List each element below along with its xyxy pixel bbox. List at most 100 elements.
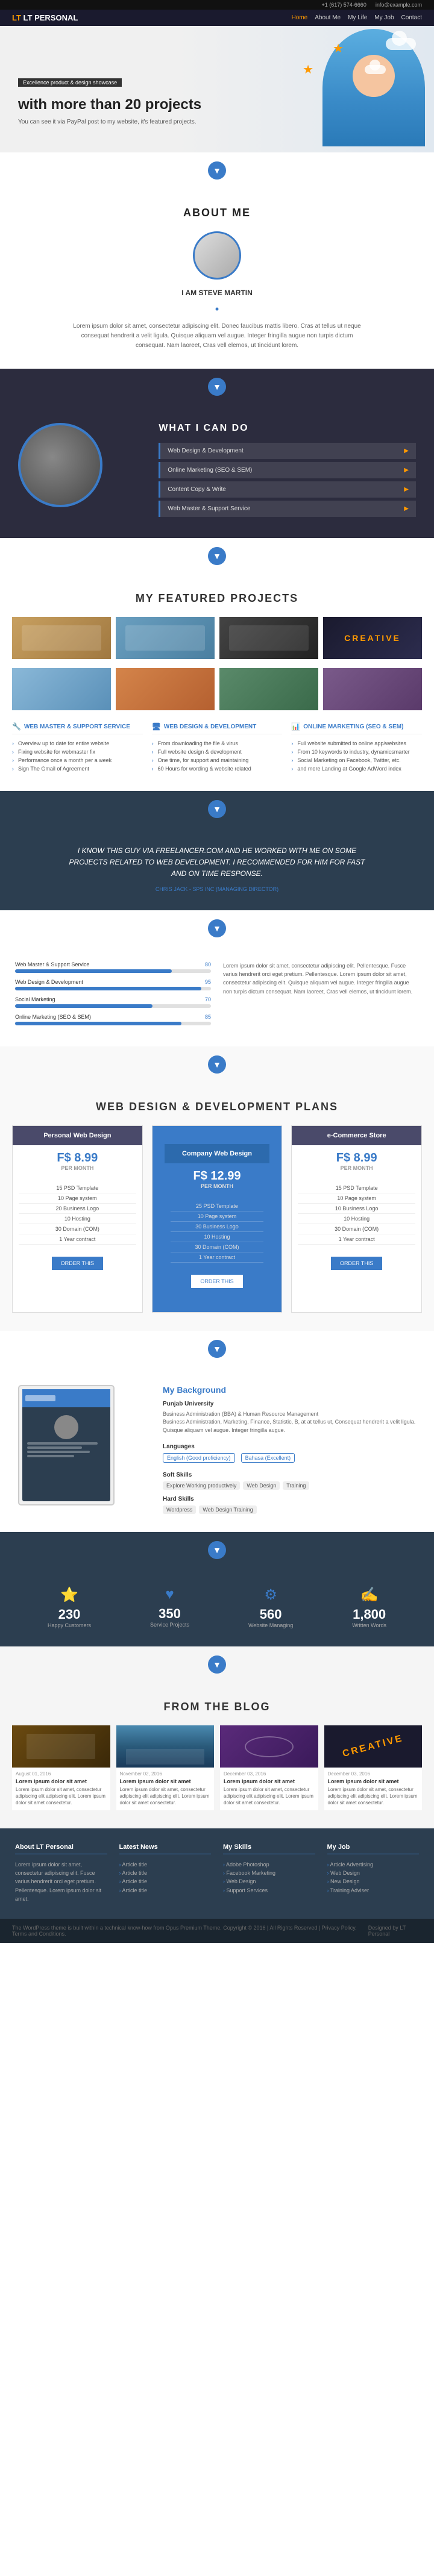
blog-excerpt-2: Lorem ipsum dolor sit amet, consectetur … [120,1786,211,1807]
price-name-2: Company Web Design [171,1150,264,1157]
hero-headline: with more than 20 projects [18,96,295,114]
price-feature-2-2: 10 Page system [171,1211,264,1222]
footer-job-list: Article Advertising Web Design New Desig… [327,1860,420,1895]
skill-bar-1: Web Master & Support Service 80 [15,961,211,973]
heart-icon: ♥ [150,1586,189,1603]
skill-bar-2: Web Design & Development 95 [15,979,211,990]
price-header-2: Company Web Design [165,1144,270,1163]
project-thumb-1[interactable] [12,617,111,659]
creative-label: CREATIVE [344,633,401,643]
nav-home[interactable]: Home [292,14,308,21]
hard-skills-title: Hard Skills [163,1496,416,1502]
skill-item-1[interactable]: Web Design & Development ▶ [159,443,416,459]
project-thumb-7[interactable] [219,668,318,710]
degree-name: Business Administration (BBA) & Human Re… [163,1410,416,1419]
price-features-2: 25 PSD Template 10 Page system 30 Busine… [165,1195,270,1269]
blog-card-2[interactable]: November 02, 2016 Lorem ipsum dolor sit … [116,1725,215,1810]
mockup-frame [18,1385,115,1505]
about-name: I AM STEVE MARTIN [36,289,398,297]
price-feature-3-6: 1 Year contract [298,1234,415,1245]
project-thumb-6[interactable] [116,668,215,710]
divider-5: ▼ [0,910,434,946]
proj-desc-item-2-2: Full website design & development [152,748,283,756]
blog-img-2 [116,1725,215,1768]
pricing-grid: Personal Web Design F$ 8.99 PER MONTH 15… [12,1125,422,1313]
footer-news-2[interactable]: Article title [119,1869,212,1877]
nav-contact[interactable]: Contact [401,14,422,21]
project-thumb-8[interactable] [323,668,422,710]
project-thumb-2[interactable] [116,617,215,659]
skill-item-4[interactable]: Web Master & Support Service ▶ [159,501,416,517]
lang-1: English (Good proficiency) [163,1453,235,1463]
project-thumb-3[interactable] [219,617,318,659]
nav-job[interactable]: My Job [374,14,394,21]
project-thumb-5[interactable] [12,668,111,710]
footer-news-4[interactable]: Article title [119,1886,212,1895]
pencil-icon: ✍ [352,1586,386,1604]
project-thumb-4[interactable]: CREATIVE [323,617,422,659]
email-address: info@example.com [376,2,422,8]
blog-card-1[interactable]: August 01, 2016 Lorem ipsum dolor sit am… [12,1725,110,1810]
divider-3: ▼ [0,538,434,574]
skill-item-3[interactable]: Content Copy & Write ▶ [159,481,416,498]
footer-job-1: Article Advertising [327,1860,420,1869]
footer-job-col: My Job Article Advertising Web Design Ne… [327,1843,420,1904]
blog-img-1 [12,1725,110,1768]
mockup-content [22,1407,110,1501]
divider-circle-8: ▼ [208,1541,226,1559]
divider-4: ▼ [0,791,434,827]
price-btn-3[interactable]: ORDER THIS [331,1257,382,1270]
background-title: My Background [163,1385,416,1395]
proj-desc-item-3-3: Social Marketing on Facebook, Twitter, e… [291,756,422,764]
blog-card-4[interactable]: CREATIVE December 03, 2016 Lorem ipsum d… [324,1725,423,1810]
blog-date-2: November 02, 2016 [120,1771,211,1777]
hero-image: ★ ★ [313,29,434,146]
background-info: My Background Punjab University Business… [163,1385,416,1515]
price-feature-3-1: 15 PSD Template [298,1183,415,1193]
blog-body-2: November 02, 2016 Lorem ipsum dolor sit … [116,1768,215,1810]
pricing-card-2: Company Web Design F$ 12.99 PER MONTH 25… [152,1125,283,1313]
gear-icon: ⚙ [248,1586,293,1604]
blog-section: FROM THE BLOG August 01, 2016 Lorem ipsu… [0,1683,434,1828]
background-section: My Background Punjab University Business… [0,1367,434,1533]
mockup-inner [22,1389,110,1501]
price-name-3: e-Commerce Store [298,1132,415,1139]
footer-skills-title: My Skills [223,1843,315,1854]
language-list: English (Good proficiency) Bahasa (Excel… [163,1453,416,1463]
blog-grid: August 01, 2016 Lorem ipsum dolor sit am… [12,1725,422,1810]
skills-bars-section: Web Master & Support Service 80 Web Desi… [0,946,434,1046]
skill-item-2[interactable]: Online Marketing (SEO & SEM) ▶ [159,462,416,478]
degree-detail: Business Administration, Marketing, Fina… [163,1418,416,1434]
mockup-line-2 [27,1446,82,1449]
stat-label-2: Service Projects [150,1622,189,1628]
skill-label-1: Web Design & Development [168,448,243,454]
footer-about-text: Lorem ipsum dolor sit amet, consectetur … [15,1860,107,1904]
stat-label-3: Website Managing [248,1622,293,1628]
stat-3: ⚙ 560 Website Managing [248,1586,293,1628]
price-features-3: 15 PSD Template 10 Page system 10 Busine… [292,1177,421,1251]
footer-job-title: My Job [327,1843,420,1854]
mockup-line-4 [27,1455,74,1457]
skills-avatar [18,423,102,507]
skill-bar-label-4: Online Marketing (SEO & SEM) 85 [15,1014,211,1020]
project-descriptions: 🔧 WEB MASTER & SUPPORT SERVICE Overview … [12,722,422,773]
footer-news-1[interactable]: Article title [119,1860,212,1869]
price-btn-2[interactable]: ORDER THIS [191,1275,242,1288]
price-feature-2-3: 30 Business Logo [171,1222,264,1232]
proj-desc-item-1-1: Overview up to date for entire website [12,739,143,748]
footer-news-3[interactable]: Article title [119,1877,212,1886]
price-features-1: 15 PSD Template 10 Page system 20 Busine… [13,1177,142,1251]
blog-body-1: August 01, 2016 Lorem ipsum dolor sit am… [12,1768,110,1810]
skill-bar-label-3: Social Marketing 70 [15,996,211,1002]
footer-news-col: Latest News Article title Article title … [119,1843,212,1904]
price-btn-1[interactable]: ORDER THIS [52,1257,103,1270]
blog-card-3[interactable]: December 03, 2016 Lorem ipsum dolor sit … [220,1725,318,1810]
footer-bottom: The WordPress theme is built within a te… [0,1919,434,1943]
main-nav: Home About Me My Life My Job Contact [292,14,422,21]
about-title: ABOUT ME [36,207,398,219]
nav-about[interactable]: About Me [315,14,341,21]
footer-copyright: The WordPress theme is built within a te… [12,1925,368,1937]
nav-life[interactable]: My Life [348,14,367,21]
projects-thumbnails: CREATIVE [12,617,422,659]
about-section: ABOUT ME I AM STEVE MARTIN • Lorem ipsum… [0,189,434,369]
